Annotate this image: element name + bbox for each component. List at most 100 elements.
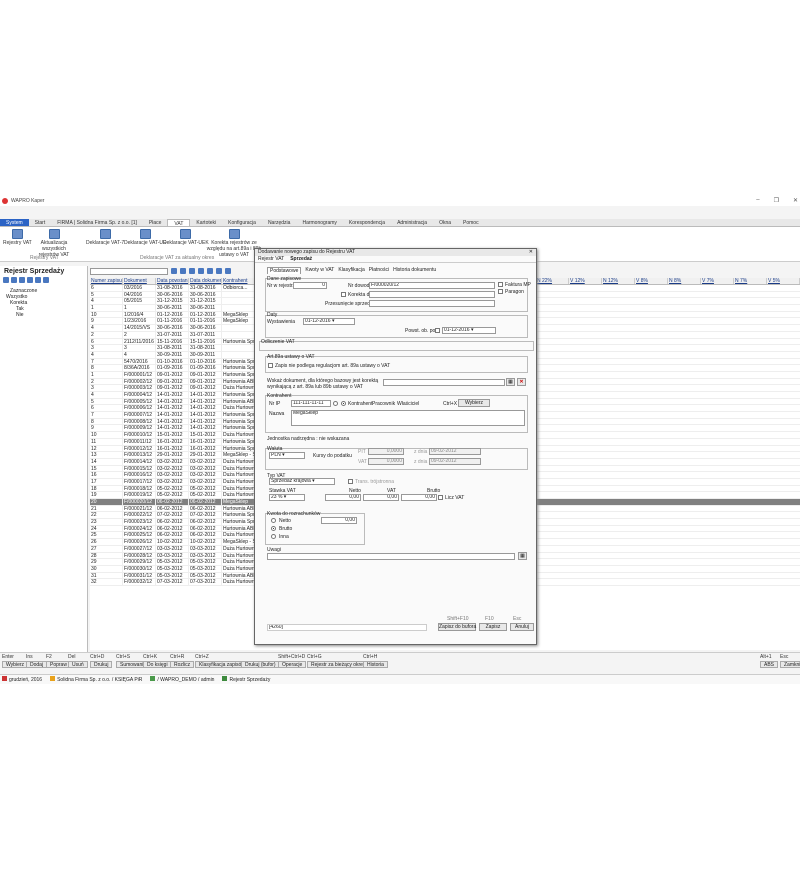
column-header[interactable]: V 7%	[701, 278, 734, 284]
tab-platnosci[interactable]: Płatności	[369, 267, 389, 274]
kurs-pit-input[interactable]: 0,0000	[368, 448, 404, 455]
deklaracje-vatuek-button[interactable]: Deklaracje VAT-UEK	[163, 229, 209, 246]
aktualizacja-button[interactable]: Aktualizacja wszystkich rejestrów VAT	[32, 229, 76, 258]
filter-icon[interactable]	[216, 268, 222, 274]
korekta-checkbox[interactable]	[341, 292, 346, 297]
maximize-icon[interactable]: ❐	[774, 197, 779, 204]
tab-narzedzia[interactable]: Narzędzia	[262, 219, 297, 226]
action-button[interactable]: Usuń	[68, 661, 88, 668]
powst-checkbox[interactable]	[435, 328, 440, 333]
tab-konfiguracja[interactable]: Konfiguracja	[222, 219, 262, 226]
action-button[interactable]: Historia	[363, 661, 388, 668]
filter-icon[interactable]	[3, 277, 9, 283]
nr-dowodu-input[interactable]: F/000020/12	[369, 282, 495, 289]
wybierz-button[interactable]: Wybierz	[458, 399, 490, 407]
action-button[interactable]: Do księgi	[143, 661, 172, 668]
menu-sprzedaz[interactable]: Sprzedaż	[290, 256, 312, 262]
tab-historia[interactable]: Historia dokumentu	[393, 267, 436, 274]
filter-icon[interactable]	[19, 277, 25, 283]
tab-administracja[interactable]: Administracja	[391, 219, 433, 226]
tab-kwoty[interactable]: Kwoty w VAT	[305, 267, 334, 274]
deklaracje-vatue-button[interactable]: Deklaracje VAT-UE	[124, 229, 166, 246]
close-icon[interactable]: ✕	[793, 197, 798, 204]
tab-kartoteki[interactable]: Kartoteki	[190, 219, 222, 226]
rejestry-vat-button[interactable]: Rejestry VAT	[3, 229, 32, 246]
uwagi-input[interactable]	[267, 553, 515, 560]
pracownik-radio-label[interactable]: Pracownik	[372, 401, 395, 407]
kwota-input[interactable]: 0,00	[321, 517, 357, 524]
tab-vat[interactable]: VAT	[167, 219, 191, 227]
calendar-icon[interactable]: ▦	[518, 552, 527, 560]
column-header[interactable]: Numer zapisu	[90, 278, 123, 284]
column-header[interactable]: N 12%	[602, 278, 635, 284]
action-button[interactable]: Operacje	[278, 661, 307, 668]
column-header[interactable]: Kontrahent	[222, 278, 258, 284]
save-button[interactable]: Zapisz	[479, 623, 507, 631]
action-button[interactable]: Rejestr za bieżący okres	[307, 661, 370, 668]
brutto-input[interactable]: 0,00	[401, 494, 437, 501]
find-icon[interactable]	[171, 268, 177, 274]
calendar-icon[interactable]: ▦	[506, 378, 515, 386]
nip-lookup-icon[interactable]	[333, 401, 338, 406]
save-to-buffer-button[interactable]: Zapisz do bufora	[438, 623, 476, 631]
data-pit-input[interactable]: 09-02-2012	[429, 448, 481, 455]
column-header[interactable]: N 7%	[734, 278, 767, 284]
typvat-select[interactable]: Sprzedaż krajowa ▾	[269, 478, 335, 485]
licz-vat-checkbox[interactable]	[438, 495, 443, 500]
nip-input[interactable]: 111-111-11-11	[291, 400, 331, 407]
tab-okna[interactable]: Okna	[433, 219, 457, 226]
trans-checkbox[interactable]	[348, 479, 353, 484]
wystawienia-date-picker[interactable]: 01-12-2016 ▾	[303, 318, 355, 325]
tab-harmonogramy[interactable]: Harmonogramy	[296, 219, 342, 226]
netto-radio[interactable]	[271, 518, 276, 523]
filter-icon[interactable]	[11, 277, 17, 283]
vat-input[interactable]: 0,00	[363, 494, 399, 501]
waluta-select[interactable]: PLN ▾	[269, 452, 305, 459]
minimize-icon[interactable]: –	[756, 197, 759, 204]
wlasciciel-radio-label[interactable]: Właściciel	[397, 401, 419, 407]
przesuniecie-input[interactable]	[369, 300, 495, 307]
tab-korespondencja[interactable]: Korespondencja	[343, 219, 391, 226]
action-button[interactable]: Drukuj (bufor)	[241, 661, 280, 668]
column-header[interactable]: N 8%	[668, 278, 701, 284]
cancel-button[interactable]: Anuluj	[510, 623, 534, 631]
column-header[interactable]: Data dokumentu	[189, 278, 222, 284]
kontrahent-radio[interactable]	[341, 401, 346, 406]
action-button[interactable]: Zamknij	[780, 661, 800, 668]
kurs-vat-input[interactable]: 0,0000	[368, 458, 404, 465]
paragon-checkbox[interactable]	[498, 289, 503, 294]
filter-icon[interactable]	[180, 268, 186, 274]
action-button[interactable]: Drukuj	[90, 661, 113, 668]
filter-icon[interactable]	[35, 277, 41, 283]
column-header[interactable]: Data powstania	[156, 278, 189, 284]
column-header[interactable]: V 12%	[569, 278, 602, 284]
column-header[interactable]: N 22%	[536, 278, 569, 284]
column-header[interactable]: Dokument	[123, 278, 156, 284]
search-input[interactable]	[90, 267, 168, 275]
netto-input[interactable]: 0,00	[325, 494, 361, 501]
stawka-select[interactable]: 23 % ▾	[269, 494, 305, 501]
column-header[interactable]: V 5%	[767, 278, 800, 284]
tab-podstawowe[interactable]: Podstawowe	[267, 267, 302, 274]
tree-item-nie[interactable]: Nie	[6, 312, 87, 318]
action-button[interactable]: Wybierz	[2, 661, 29, 668]
tab-pomoc[interactable]: Pomoc	[457, 219, 485, 226]
filter-icon[interactable]	[27, 277, 33, 283]
column-header[interactable]: V 8%	[635, 278, 668, 284]
filter-icon[interactable]	[207, 268, 213, 274]
filter-icon[interactable]	[189, 268, 195, 274]
filter-icon[interactable]	[225, 268, 231, 274]
korekta-input[interactable]	[369, 291, 495, 298]
action-button[interactable]: ABS	[760, 661, 779, 668]
wskaz-input[interactable]	[383, 379, 505, 386]
faktura-mp-checkbox[interactable]	[498, 282, 503, 287]
tab-system[interactable]: System	[0, 219, 29, 226]
nazwa-input[interactable]: MegaSklep	[291, 410, 525, 426]
art89-checkbox[interactable]	[268, 363, 273, 368]
action-button[interactable]: Dodaj	[26, 661, 48, 668]
nr-rejestrze-input[interactable]: 0	[293, 282, 327, 289]
close-icon[interactable]: ✕	[529, 249, 533, 256]
data-vat-input[interactable]: 09-02-2012	[429, 458, 481, 465]
tab-klasyfikacja[interactable]: Klasyfikacja	[338, 267, 364, 274]
filter-icon[interactable]	[198, 268, 204, 274]
